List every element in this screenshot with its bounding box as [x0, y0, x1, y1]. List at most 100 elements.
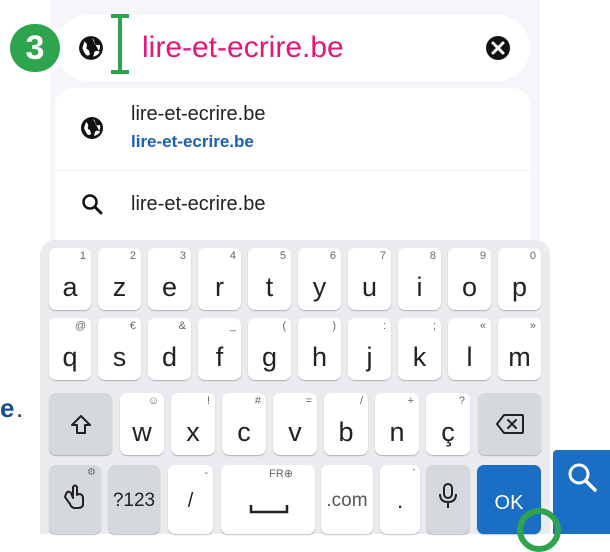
microphone-key[interactable] [426, 465, 470, 534]
key-hint: 0 [529, 250, 536, 262]
key-c-cedilla[interactable]: ? ç [426, 393, 470, 455]
backspace-key[interactable] [478, 393, 541, 455]
key-c[interactable]: # c [222, 393, 266, 455]
key-label: i [416, 272, 423, 302]
key-hint: 9 [479, 250, 486, 262]
key-q[interactable]: @ q [49, 318, 91, 380]
space-key[interactable]: FR⊕ [221, 465, 315, 534]
suggestion-search-text[interactable]: lire-et-ecrire.be [131, 193, 265, 216]
search-button[interactable] [553, 450, 610, 534]
key-d[interactable]: & d [148, 318, 191, 380]
key-label: h [311, 342, 328, 372]
key-hint: = [305, 395, 312, 407]
key-z[interactable]: 2z [98, 248, 141, 310]
key-hint: ' [412, 467, 415, 479]
key-p[interactable]: 0p [498, 248, 541, 310]
key-label: .com [326, 490, 368, 511]
key-hint: - [204, 467, 208, 479]
shift-key[interactable] [49, 393, 112, 455]
key-y[interactable]: 6y [298, 248, 341, 310]
key-h[interactable]: ) h [298, 318, 341, 380]
gesture-hand-icon [64, 484, 84, 509]
key-label: o [461, 272, 478, 302]
key-k[interactable]: ; k [398, 318, 441, 380]
key-hint: ( [282, 320, 286, 332]
key-s[interactable]: € s [98, 318, 141, 380]
globe-icon [81, 117, 103, 139]
key-x[interactable]: ! x [171, 393, 215, 455]
symbols-key[interactable]: ?123 [108, 465, 160, 534]
key-label: r [215, 272, 224, 302]
key-i[interactable]: 8i [398, 248, 441, 310]
key-l[interactable]: «l [448, 318, 491, 380]
microphone-icon [439, 483, 457, 508]
key-label: q [62, 342, 78, 372]
divider [55, 170, 530, 171]
text-cursor-icon [111, 14, 129, 74]
key-t[interactable]: 5t [248, 248, 291, 310]
key-j[interactable]: :j [348, 318, 391, 380]
suggestion-url[interactable]: lire-et-ecrire.be [131, 132, 254, 152]
key-label: ?123 [112, 490, 156, 511]
key-label: . [396, 488, 404, 513]
key-label: j [366, 342, 373, 372]
key-hint: ☺ [147, 395, 159, 407]
key-label: ç [441, 417, 455, 447]
key-slash[interactable]: - / [168, 465, 213, 534]
key-hint: 6 [329, 250, 336, 262]
key-hint: _ [229, 320, 236, 332]
clear-icon[interactable] [483, 33, 513, 63]
dotcom-key[interactable]: .com [321, 465, 373, 534]
key-e[interactable]: 3e [148, 248, 191, 310]
key-hint: @ [74, 320, 86, 332]
search-icon [82, 194, 103, 215]
key-w[interactable]: ☺ w [120, 393, 164, 455]
step-badge: 3 [10, 24, 60, 72]
key-label: f [215, 342, 224, 372]
key-hint: ? [458, 395, 465, 407]
key-label: t [265, 272, 274, 302]
key-v[interactable]: = v [273, 393, 317, 455]
key-label: / [187, 490, 194, 512]
key-u[interactable]: 7u [348, 248, 391, 310]
suggestion-list [55, 88, 530, 248]
key-hint: ! [206, 395, 210, 407]
url-input[interactable]: lire-et-ecrire.be [142, 28, 344, 68]
key-label: c [237, 417, 251, 447]
gesture-key[interactable]: ⚙ [49, 465, 101, 534]
key-hint: » [529, 320, 536, 332]
key-label: l [466, 342, 473, 372]
background-text-letter: e [0, 393, 15, 423]
key-label: a [62, 272, 78, 302]
key-label: w [132, 417, 152, 447]
key-label: x [186, 417, 200, 447]
key-g[interactable]: (g [248, 318, 291, 380]
key-label: y [312, 272, 327, 302]
key-r[interactable]: 4r [198, 248, 241, 310]
key-m[interactable]: » m [498, 318, 541, 380]
suggestion-title[interactable]: lire-et-ecrire.be [131, 103, 265, 126]
key-a[interactable]: 1a [49, 248, 91, 310]
key-f[interactable]: _ f [198, 318, 241, 380]
background-text-punct: . [16, 393, 24, 423]
key-hint: 4 [229, 250, 236, 262]
key-label: p [511, 272, 528, 302]
key-label: m [508, 342, 531, 372]
search-icon [568, 463, 597, 492]
key-hint: + [407, 395, 414, 407]
globe-icon [79, 36, 103, 60]
period-key[interactable]: ' . [380, 465, 420, 534]
key-hint: ) [332, 320, 336, 332]
key-o[interactable]: 9o [448, 248, 491, 310]
key-label: k [412, 342, 427, 372]
key-hint: 2 [129, 250, 136, 262]
key-n[interactable]: + n [375, 393, 419, 455]
key-label: e [161, 272, 178, 302]
key-b[interactable]: / b [324, 393, 368, 455]
key-label: s [112, 342, 127, 372]
key-label: z [112, 272, 127, 302]
key-hint: : [382, 320, 386, 332]
shift-icon [71, 415, 91, 434]
key-hint: 5 [279, 250, 286, 262]
key-hint: ; [432, 320, 436, 332]
